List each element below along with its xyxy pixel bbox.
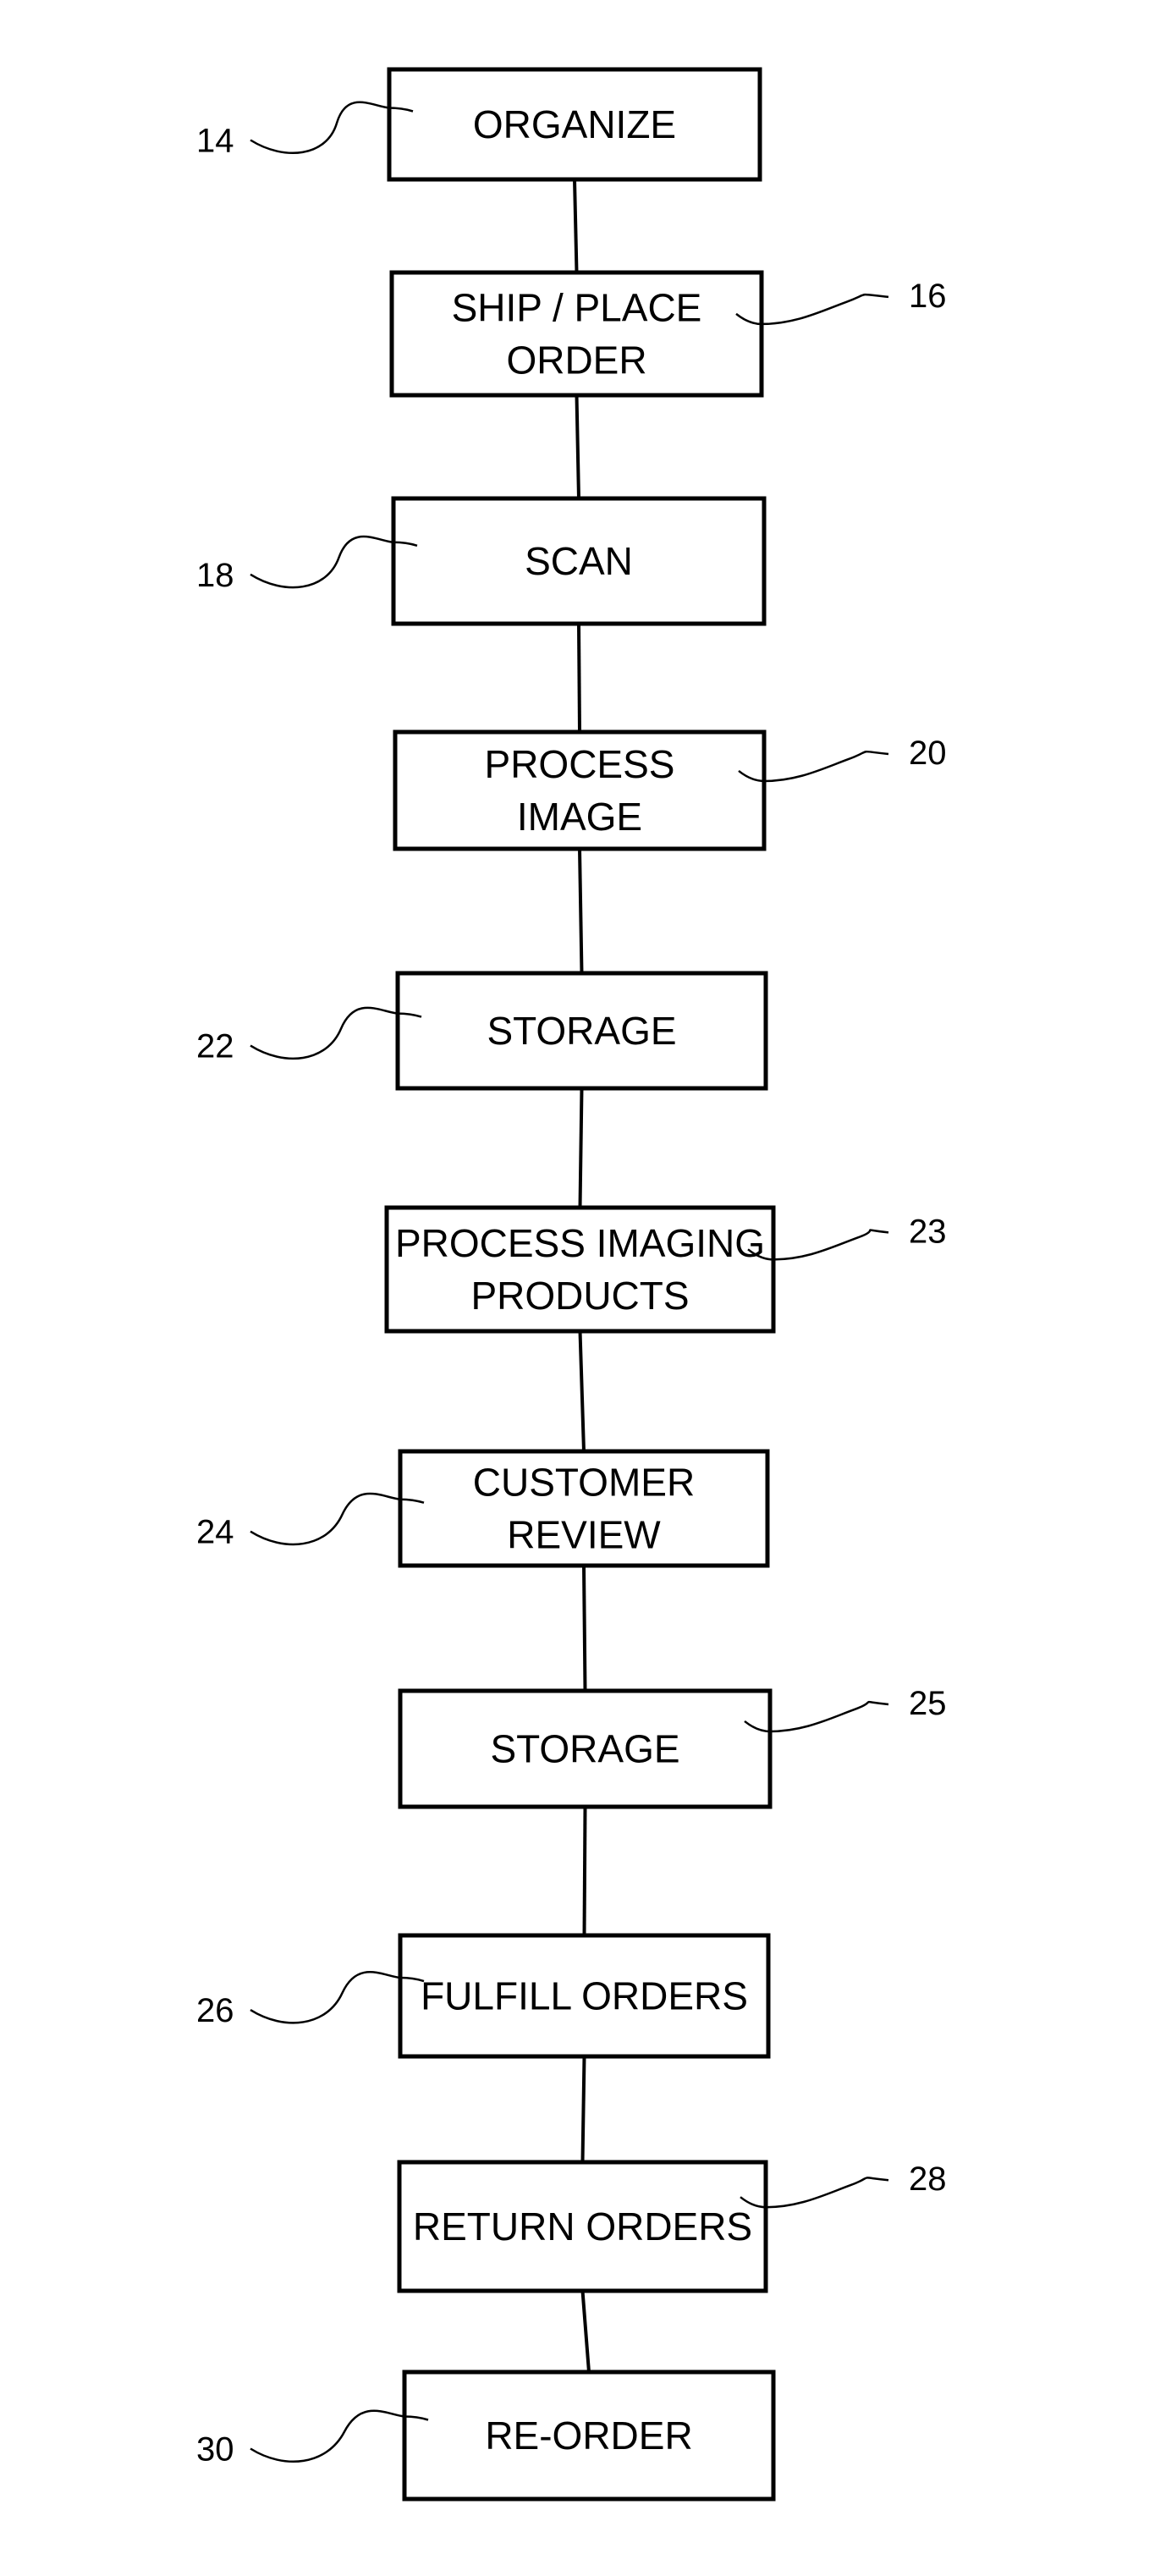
connector-25-26	[582, 1806, 587, 1936]
leader-line	[250, 1492, 425, 1546]
step-30: RE-ORDER 30	[196, 2370, 776, 2502]
connector-22-23	[578, 1087, 584, 1208]
connector-24-25	[582, 1565, 587, 1692]
connector-16-18	[575, 394, 580, 499]
step-label: IMAGE	[517, 795, 642, 839]
reference-numeral: 28	[909, 2160, 947, 2198]
step-label: STORAGE	[490, 1727, 679, 1771]
step-label: PROCESS IMAGING	[395, 1221, 765, 1265]
connector-23-24	[578, 1330, 586, 1452]
reference-numeral: 14	[196, 123, 234, 160]
step-label: ORGANIZE	[473, 102, 676, 146]
connector-26-28	[580, 2056, 586, 2163]
connector-18-20	[577, 623, 581, 733]
step-label: REVIEW	[507, 1513, 661, 1557]
step-label: PRODUCTS	[470, 1274, 689, 1318]
leader-line	[250, 2409, 429, 2463]
reference-numeral: 30	[196, 2431, 234, 2469]
reference-numeral: 24	[196, 1514, 234, 1551]
connector-14-16	[573, 179, 579, 273]
step-label: STORAGE	[487, 1009, 676, 1053]
step-25: STORAGE 25	[398, 1685, 947, 1809]
connector-28-30	[580, 2290, 591, 2373]
reference-numeral: 18	[196, 557, 234, 594]
steps: ORGANIZE 14 SHIP / PLACE ORDER 16 SCAN 18 PROCE…	[196, 67, 947, 2502]
reference-numeral: 25	[909, 1685, 947, 1722]
reference-numeral: 26	[196, 1992, 234, 2029]
step-label: RE-ORDER	[485, 2414, 692, 2458]
leader-line	[250, 1971, 425, 2024]
step-26: FULFILL ORDERS 26	[196, 1933, 771, 2059]
reference-numeral: 22	[196, 1028, 234, 1065]
connector-20-22	[578, 848, 584, 974]
step-23: PROCESS IMAGING PRODUCTS 23	[384, 1205, 947, 1334]
step-label: RETURN ORDERS	[413, 2204, 752, 2248]
step-20: PROCESS IMAGE 20	[393, 729, 947, 851]
step-label: SCAN	[525, 539, 633, 583]
step-label: FULFILL ORDERS	[421, 1974, 748, 2018]
step-label: PROCESS	[485, 742, 675, 786]
step-22: STORAGE 22	[196, 971, 768, 1091]
reference-numeral: 23	[909, 1213, 947, 1250]
step-18: SCAN 18	[196, 496, 767, 626]
step-label: ORDER	[506, 339, 646, 383]
step-28: RETURN ORDERS 28	[397, 2160, 947, 2293]
step-14: ORGANIZE 14	[196, 67, 762, 182]
step-label: SHIP / PLACE	[452, 286, 702, 330]
step-label: CUSTOMER	[473, 1461, 695, 1505]
step-24: CUSTOMER REVIEW 24	[196, 1449, 770, 1568]
reference-numeral: 16	[909, 278, 947, 315]
step-16: SHIP / PLACE ORDER 16	[389, 270, 947, 398]
flowchart: ORGANIZE 14 SHIP / PLACE ORDER 16 SCAN 18 PROCE…	[196, 67, 947, 2502]
reference-numeral: 20	[909, 735, 947, 772]
